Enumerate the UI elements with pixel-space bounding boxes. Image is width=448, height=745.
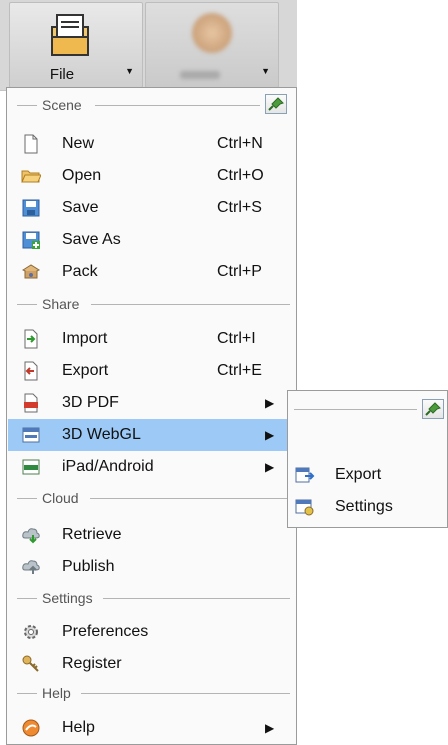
section-title: Cloud (42, 490, 79, 506)
cloud-publish-icon (22, 560, 40, 574)
menu-item-export[interactable]: Export Ctrl+E (8, 355, 295, 387)
section-title: Scene (42, 97, 82, 113)
section-header-help: Help (15, 682, 290, 704)
pin-button[interactable] (265, 94, 287, 114)
menu-item-label: Preferences (62, 623, 149, 640)
new-document-icon (24, 134, 38, 154)
menu-item-save-as[interactable]: Save As (8, 224, 295, 256)
key-icon (22, 655, 39, 672)
submenu-item-label: Settings (335, 498, 393, 515)
section-header-share: Share (15, 293, 290, 315)
menu-item-ipad-android[interactable]: iPad/Android ▶ (8, 451, 295, 483)
menu-item-3d-pdf[interactable]: 3D PDF ▶ (8, 387, 295, 419)
chevron-down-icon[interactable]: ▼ (261, 66, 270, 76)
submenu-arrow-icon: ▶ (265, 396, 275, 410)
menu-item-shortcut: Ctrl+E (217, 362, 262, 379)
blurred-label (180, 71, 220, 79)
menu-item-open[interactable]: Open Ctrl+O (8, 160, 295, 192)
menu-item-label: 3D WebGL (62, 426, 141, 443)
cloud-retrieve-icon (22, 528, 40, 544)
export-icon (24, 361, 38, 381)
mobile-icon (22, 459, 40, 475)
submenu-pin-button[interactable] (422, 399, 444, 419)
import-icon (24, 329, 38, 349)
menu-item-label: Save (62, 199, 99, 216)
menu-item-shortcut: Ctrl+S (217, 199, 262, 216)
section-title: Share (42, 296, 80, 312)
section-title: Settings (42, 590, 93, 606)
help-icon (22, 719, 40, 737)
menu-item-label: Retrieve (62, 526, 122, 543)
menu-item-import[interactable]: Import Ctrl+I (8, 323, 295, 355)
gear-icon (24, 625, 38, 639)
menu-item-label: New (62, 135, 95, 152)
menu-item-3d-webgl[interactable]: 3D WebGL ▶ (8, 419, 295, 451)
pack-icon (21, 264, 41, 279)
save-icon (22, 199, 40, 217)
section-header-cloud: Cloud (15, 487, 290, 509)
submenu-arrow-icon: ▶ (265, 460, 275, 474)
menu-item-shortcut: Ctrl+N (217, 135, 263, 152)
menu-item-label: Export (62, 362, 109, 379)
submenu-item-label: Export (335, 466, 382, 483)
menu-item-label: iPad/Android (62, 458, 154, 475)
webgl-submenu: Export Settings (287, 390, 448, 528)
webgl-settings-icon (295, 499, 314, 516)
file-folder-icon (51, 14, 89, 56)
submenu-separator (294, 409, 417, 410)
menu-item-shortcut: Ctrl+O (217, 167, 264, 184)
save-as-icon (22, 231, 40, 249)
pin-icon (425, 402, 441, 416)
section-header-settings: Settings (15, 587, 290, 609)
open-folder-icon (21, 170, 41, 183)
menu-item-label: Publish (62, 558, 115, 575)
menu-item-retrieve[interactable]: Retrieve (8, 519, 295, 551)
chevron-down-icon[interactable]: ▼ (125, 66, 134, 76)
menu-item-label: Register (62, 655, 122, 672)
blurred-ribbon-button[interactable]: ▼ (145, 2, 279, 88)
menu-item-shortcut: Ctrl+P (217, 263, 262, 280)
submenu-arrow-icon: ▶ (265, 428, 275, 442)
menu-item-label: 3D PDF (62, 394, 119, 411)
ribbon-toolbar: File ▼ ▼ (0, 0, 297, 91)
menu-item-label: Open (62, 167, 102, 184)
section-title: Help (42, 685, 71, 701)
webgl-export-icon (295, 467, 315, 483)
file-button-label: File (49, 66, 75, 83)
menu-item-label: Pack (62, 263, 98, 280)
menu-item-label: Help (62, 719, 95, 736)
menu-item-publish[interactable]: Publish (8, 551, 295, 583)
menu-item-label: Save As (62, 231, 121, 248)
menu-item-help[interactable]: Help ▶ (8, 712, 295, 744)
menu-item-register[interactable]: Register (8, 648, 295, 680)
file-dropdown-menu: Scene New Ctrl+N Open Ctrl+O Save Ctrl+S… (6, 87, 297, 745)
pin-icon (268, 97, 284, 111)
submenu-item-export[interactable]: Export (288, 459, 447, 491)
menu-item-shortcut: Ctrl+I (217, 330, 256, 347)
file-menu-button[interactable]: File ▼ (9, 2, 143, 88)
submenu-arrow-icon: ▶ (265, 721, 275, 735)
menu-item-preferences[interactable]: Preferences (8, 616, 295, 648)
menu-item-new[interactable]: New Ctrl+N (8, 128, 295, 160)
menu-item-label: Import (62, 330, 108, 347)
submenu-item-settings[interactable]: Settings (288, 491, 447, 523)
blurred-avatar-icon (192, 13, 232, 53)
pdf-icon (24, 393, 38, 413)
webgl-icon (22, 427, 40, 443)
menu-item-pack[interactable]: Pack Ctrl+P (8, 256, 295, 288)
menu-item-save[interactable]: Save Ctrl+S (8, 192, 295, 224)
section-header-scene: Scene (15, 94, 290, 116)
